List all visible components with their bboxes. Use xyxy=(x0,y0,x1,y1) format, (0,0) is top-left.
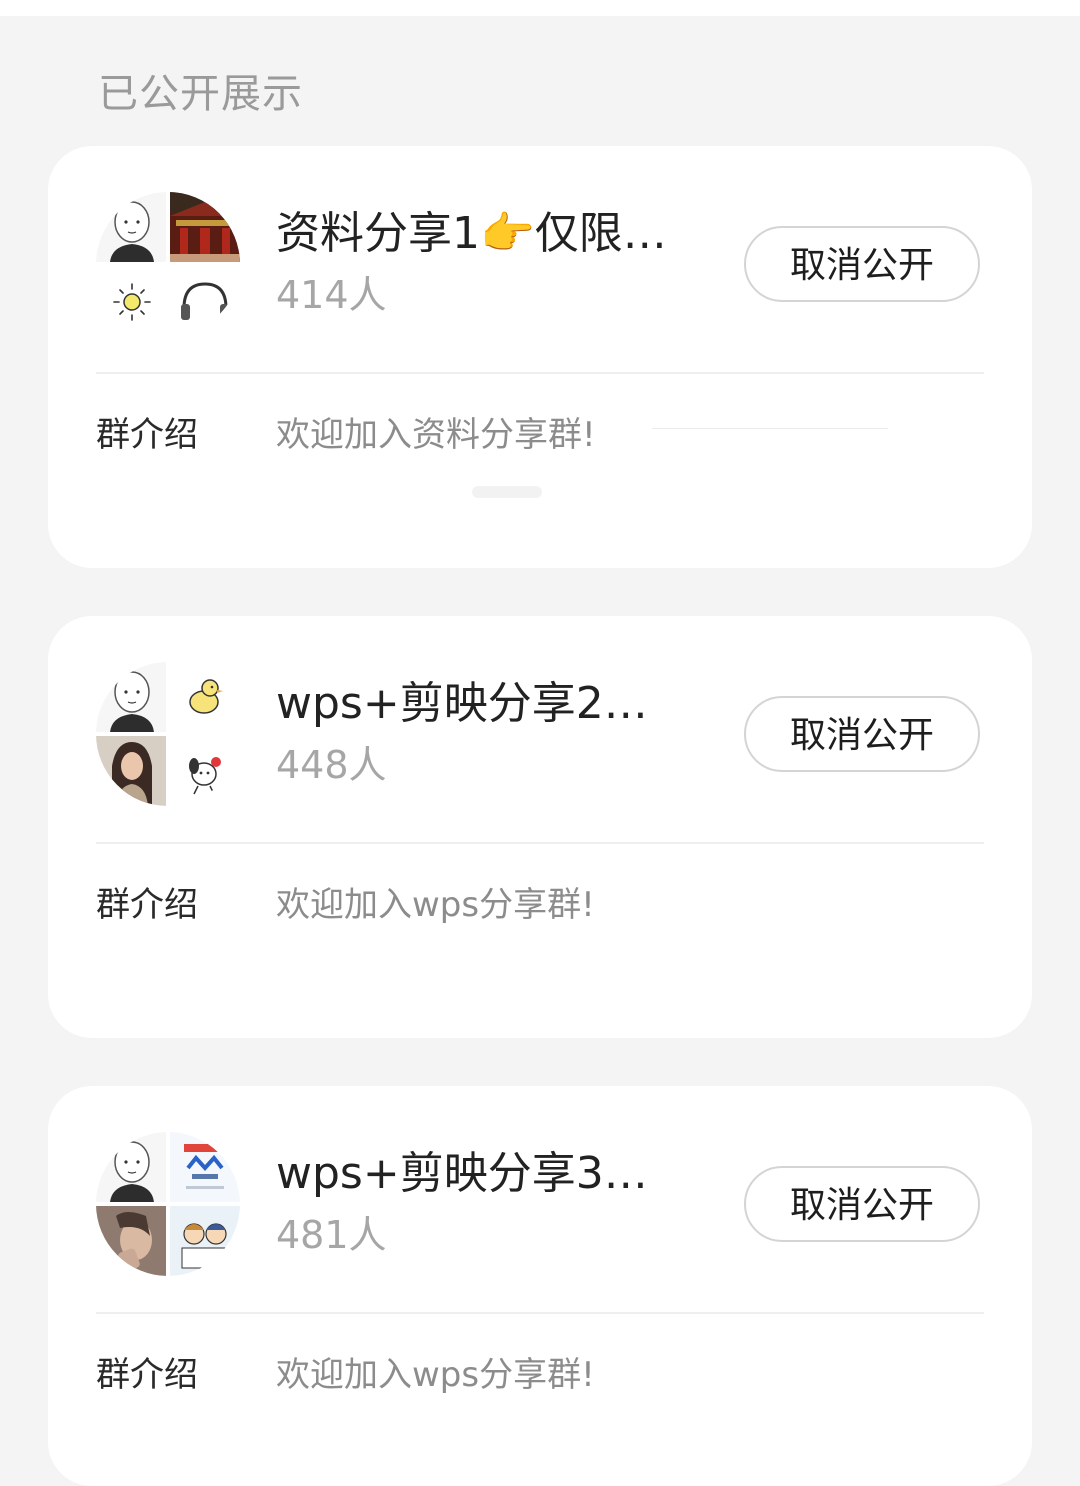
temple-photo xyxy=(170,192,240,262)
intro-label: 群介绍 xyxy=(96,415,198,455)
intro-text: 欢迎加入wps分享群! xyxy=(276,885,595,925)
group-name: wps+剪映分享2… xyxy=(276,678,648,729)
unpublish-button[interactable]: 取消公开 xyxy=(744,226,980,302)
puppy-icon xyxy=(170,736,240,806)
member-count: 414人 xyxy=(276,273,387,317)
unpublish-button[interactable]: 取消公开 xyxy=(744,696,980,772)
intro-underline xyxy=(652,428,888,429)
intro-text: 欢迎加入资料分享群! xyxy=(276,415,596,455)
cartoon-kids-icon xyxy=(170,1206,240,1276)
divider xyxy=(96,1312,984,1314)
intro-label: 群介绍 xyxy=(96,885,198,925)
group-avatar xyxy=(96,1132,240,1276)
logo-image xyxy=(170,1132,240,1202)
group-avatar xyxy=(96,192,240,336)
scroll-indicator xyxy=(472,486,542,498)
divider xyxy=(96,372,984,374)
intro-text: 欢迎加入wps分享群! xyxy=(276,1355,595,1395)
group-card[interactable]: wps+剪映分享3… 481人 取消公开 群介绍 欢迎加入wps分享群! xyxy=(48,1086,1032,1486)
cartoon-face-icon xyxy=(96,192,166,262)
top-strip xyxy=(0,0,1080,16)
cartoon-face-icon xyxy=(96,662,166,732)
cartoon-face-icon xyxy=(96,1132,166,1202)
group-name: wps+剪映分享3… xyxy=(276,1148,648,1199)
portrait-photo xyxy=(96,736,166,806)
group-avatar xyxy=(96,662,240,806)
group-card[interactable]: wps+剪映分享2… 448人 取消公开 群介绍 欢迎加入wps分享群! xyxy=(48,616,1032,1038)
group-name: 资料分享1👉仅限… xyxy=(276,208,667,259)
divider xyxy=(96,842,984,844)
headphones-icon xyxy=(170,266,240,336)
sun-icon xyxy=(96,266,166,336)
portrait-photo xyxy=(96,1206,166,1276)
section-title: 已公开展示 xyxy=(98,71,303,117)
intro-label: 群介绍 xyxy=(96,1355,198,1395)
member-count: 448人 xyxy=(276,743,387,787)
duck-icon xyxy=(170,662,240,732)
member-count: 481人 xyxy=(276,1213,387,1257)
unpublish-button[interactable]: 取消公开 xyxy=(744,1166,980,1242)
group-card[interactable]: 资料分享1👉仅限… 414人 取消公开 群介绍 欢迎加入资料分享群! xyxy=(48,146,1032,568)
